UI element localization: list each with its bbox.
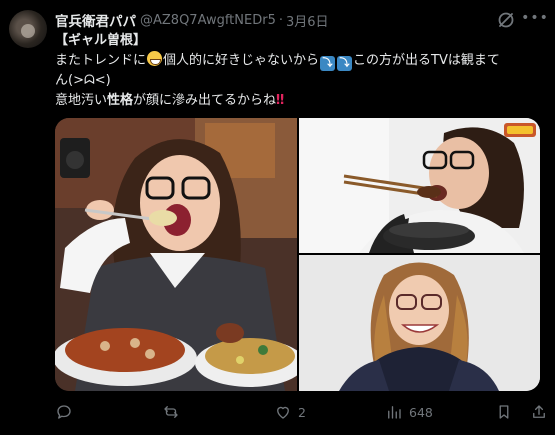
photo-bottom-right[interactable] [299, 255, 540, 391]
media-grid [55, 118, 540, 391]
bookmark-button[interactable] [495, 400, 513, 424]
like-button[interactable]: 2 [274, 400, 306, 424]
text-line-1: 【ギャル曽根】 [55, 33, 147, 48]
avatar[interactable] [9, 10, 47, 48]
double-exclamation-emoji-icon: ‼ [276, 93, 285, 108]
text-segment: この方が出るTVは観まて [353, 53, 500, 68]
photo-top-right[interactable] [299, 118, 540, 253]
repost-button[interactable] [162, 400, 186, 424]
analytics-icon [388, 406, 401, 419]
views-count: 648 [409, 404, 433, 420]
text-bold-segment: 性格 [107, 93, 134, 108]
text-segment: 意地汚い [55, 93, 108, 108]
display-name[interactable]: 官兵衛君パパ [55, 10, 136, 30]
separator-dot: · [278, 12, 283, 28]
text-line-3: ん(>ᗣ<) [55, 73, 111, 88]
heart-icon [277, 406, 289, 419]
photo-left[interactable] [55, 118, 297, 391]
user-handle[interactable]: @AZ8Q7AwgftNEDr5 [140, 13, 276, 28]
grinning-sweat-emoji-icon [147, 51, 163, 66]
tweet: 官兵衛君パパ @AZ8Q7AwgftNEDr5 · 3月6日 ••• 【ギャル曽… [0, 0, 555, 435]
down-arrow-emoji-icon: ⤵ [320, 56, 336, 71]
like-count: 2 [298, 404, 306, 420]
repost-icon [164, 406, 178, 418]
tweet-header: 官兵衛君パパ @AZ8Q7AwgftNEDr5 · 3月6日 [55, 10, 329, 31]
more-options-icon[interactable]: ••• [521, 8, 548, 28]
bookmark-icon [499, 405, 509, 419]
tweet-text: 【ギャル曽根】 またトレンドに 個人的に好きじゃないから ⤵ ⤵ この方が出るTVは観ま… [55, 31, 550, 111]
share-icon [533, 405, 545, 418]
reply-button[interactable] [55, 400, 79, 424]
reply-icon [57, 405, 71, 419]
text-segment: 個人的に好きじゃないから [163, 53, 320, 68]
text-segment: またトレンドに [55, 53, 147, 68]
action-bar: 2 648 [55, 400, 550, 424]
views-button[interactable]: 648 [385, 400, 433, 424]
down-arrow-emoji-icon: ⤵ [337, 56, 353, 71]
grok-icon[interactable] [496, 10, 516, 30]
share-button[interactable] [530, 400, 548, 424]
post-date[interactable]: 3月6日 [286, 11, 329, 30]
text-segment: が顔に滲み出てるからね [133, 93, 277, 108]
